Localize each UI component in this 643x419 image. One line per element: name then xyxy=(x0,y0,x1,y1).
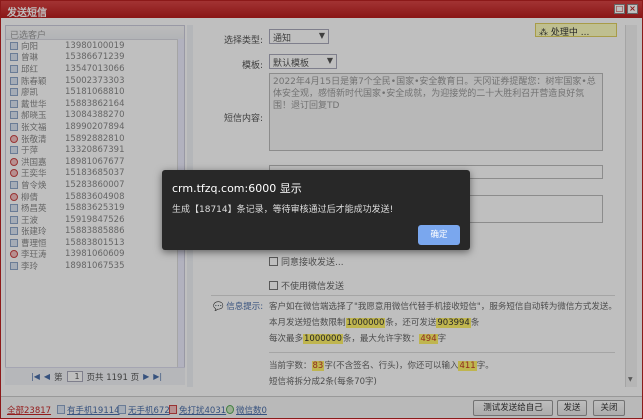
alert-dialog: crm.tfzq.com:6000 显示 生成【18714】条记录，等待审核通过… xyxy=(162,170,470,250)
dialog-ok-button[interactable]: 确定 xyxy=(418,225,460,245)
dialog-title: crm.tfzq.com:6000 显示 xyxy=(172,182,302,195)
dialog-message: 生成【18714】条记录，等待审核通过后才能成功发送! xyxy=(172,205,394,215)
